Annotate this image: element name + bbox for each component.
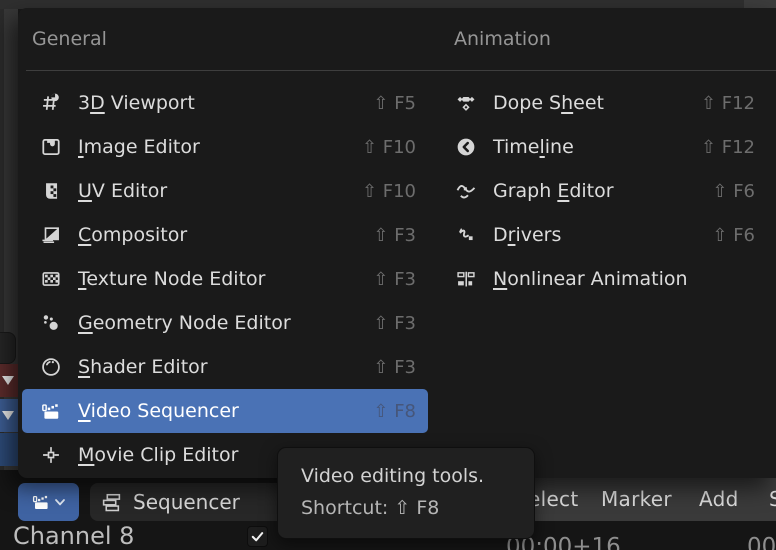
- menu-item-label: Geometry Node Editor: [78, 312, 291, 334]
- sequencer-view-dropdown[interactable]: Sequencer: [90, 483, 292, 521]
- menu-item-shortcut: ⇧ F3: [373, 225, 416, 246]
- menu-item-shortcut: ⇧ F6: [712, 181, 755, 202]
- 3d-viewport-icon: [40, 92, 62, 114]
- menu-item-shortcut: ⇧ F10: [362, 137, 416, 158]
- menu-items-animation: Dope Sheet ⇧ F12 Timeline ⇧ F12 Graph Editor…: [444, 81, 776, 301]
- check-icon: [250, 529, 265, 544]
- menu-item-video-sequencer[interactable]: Video Sequencer ⇧ F8: [22, 389, 428, 433]
- drivers-icon: [455, 224, 477, 246]
- blender-vse-screen: Select Marker Add Strip Sequencer Channe…: [0, 0, 776, 550]
- sequencer-strips-icon: [101, 492, 122, 513]
- menu-item-label: Video Sequencer: [78, 400, 239, 422]
- menu-item-shortcut: ⇧ F10: [362, 181, 416, 202]
- timeline-icon: [455, 136, 477, 158]
- menu-item-shortcut: ⇧ F12: [701, 93, 755, 114]
- menu-item-label: Compositor: [78, 224, 187, 246]
- menu-item-image-editor[interactable]: Image Editor ⇧ F10: [22, 125, 428, 169]
- menu-add[interactable]: Add: [699, 478, 739, 521]
- strip-expand-arrow-icon: [2, 411, 14, 420]
- menu-item-shortcut: ⇧ F5: [373, 93, 416, 114]
- menu-item-label: Shader Editor: [78, 356, 208, 378]
- movie-clip-editor-icon: [40, 444, 62, 466]
- menu-column-header: General: [32, 8, 107, 70]
- menu-item-uv-editor[interactable]: UV Editor ⇧ F10: [22, 169, 428, 213]
- sequencer-strip-dark-blue[interactable]: [0, 433, 18, 466]
- menu-item-label: Timeline: [493, 136, 574, 158]
- menu-item-label: Dope Sheet: [493, 92, 604, 114]
- sequencer-strip-blue[interactable]: [0, 399, 18, 432]
- menu-item-3d-viewport[interactable]: 3D Viewport ⇧ F5: [22, 81, 428, 125]
- menu-item-shortcut: ⇧ F3: [373, 357, 416, 378]
- menu-item-timeline[interactable]: Timeline ⇧ F12: [444, 125, 776, 169]
- menu-item-label: Graph Editor: [493, 180, 614, 202]
- nonlinear-animation-icon: [455, 268, 477, 290]
- video-sequencer-icon: [40, 400, 62, 422]
- menu-column-general: General 3D Viewport ⇧ F5 Image Editor ⇧ F10…: [22, 8, 428, 478]
- menu-item-nonlinear-animation[interactable]: Nonlinear Animation: [444, 257, 776, 301]
- dope-sheet-icon: [455, 92, 477, 114]
- editor-type-dropdown-button[interactable]: [18, 483, 79, 521]
- menu-item-shader-editor[interactable]: Shader Editor ⇧ F3: [22, 345, 428, 389]
- menu-item-label: Image Editor: [78, 136, 200, 158]
- compositor-icon: [40, 224, 62, 246]
- menu-column-animation: Animation Dope Sheet ⇧ F12 Timeline ⇧ F12 Gr…: [444, 8, 776, 478]
- collapsed-panel-stub[interactable]: [0, 332, 16, 364]
- menu-item-shortcut: ⇧ F3: [373, 269, 416, 290]
- menu-item-shortcut: ⇧ F12: [701, 137, 755, 158]
- geometry-node-editor-icon: [40, 312, 62, 334]
- menu-item-shortcut: ⇧ F3: [373, 313, 416, 334]
- menu-items-general: 3D Viewport⇧ F5Image Editor⇧ F10UV Edito…: [22, 81, 428, 477]
- menu-column-header: Animation: [454, 8, 551, 70]
- image-editor-icon: [40, 136, 62, 158]
- channel-label: Channel 8: [13, 522, 134, 550]
- sequencer-view-label: Sequencer: [133, 490, 240, 514]
- sequencer-strip-red[interactable]: [0, 364, 18, 397]
- menu-item-dope-sheet[interactable]: Dope Sheet ⇧ F12: [444, 81, 776, 125]
- graph-editor-icon: [455, 180, 477, 202]
- menu-item-label: Texture Node Editor: [78, 268, 265, 290]
- menu-item-graph-editor[interactable]: Graph Editor ⇧ F6: [444, 169, 776, 213]
- menu-item-label: Nonlinear Animation: [493, 268, 688, 290]
- menu-item-label: 3D Viewport: [78, 92, 195, 114]
- menu-item-label: UV Editor: [78, 180, 167, 202]
- shader-editor-icon: [40, 356, 62, 378]
- strip-timecode: 00:0: [747, 534, 776, 550]
- menu-item-drivers[interactable]: Drivers ⇧ F6: [444, 213, 776, 257]
- chevron-down-icon: [54, 497, 66, 507]
- menu-strip[interactable]: Strip: [769, 478, 776, 521]
- menu-item-label: Drivers: [493, 224, 561, 246]
- channel-checkbox[interactable]: [247, 526, 268, 547]
- menu-item-shortcut: ⇧ F6: [712, 225, 755, 246]
- menu-item-texture-node-editor[interactable]: Texture Node Editor ⇧ F3: [22, 257, 428, 301]
- editor-type-menu: General 3D Viewport ⇧ F5 Image Editor ⇧ F10…: [18, 8, 776, 478]
- tooltip-shortcut: Shortcut: ⇧ F8: [301, 497, 534, 519]
- menu-marker[interactable]: Marker: [601, 478, 672, 521]
- menu-item-geometry-node-editor[interactable]: Geometry Node Editor ⇧ F3: [22, 301, 428, 345]
- menu-item-label: Movie Clip Editor: [78, 444, 238, 466]
- menu-item-compositor[interactable]: Compositor ⇧ F3: [22, 213, 428, 257]
- tooltip-description: Video editing tools.: [301, 465, 534, 487]
- tooltip: Video editing tools. Shortcut: ⇧ F8: [277, 447, 535, 539]
- strip-expand-arrow-icon: [2, 376, 14, 385]
- menu-item-shortcut: ⇧ F8: [373, 401, 416, 422]
- texture-node-editor-icon: [40, 268, 62, 290]
- video-sequencer-icon: [31, 492, 51, 512]
- uv-editor-icon: [40, 180, 62, 202]
